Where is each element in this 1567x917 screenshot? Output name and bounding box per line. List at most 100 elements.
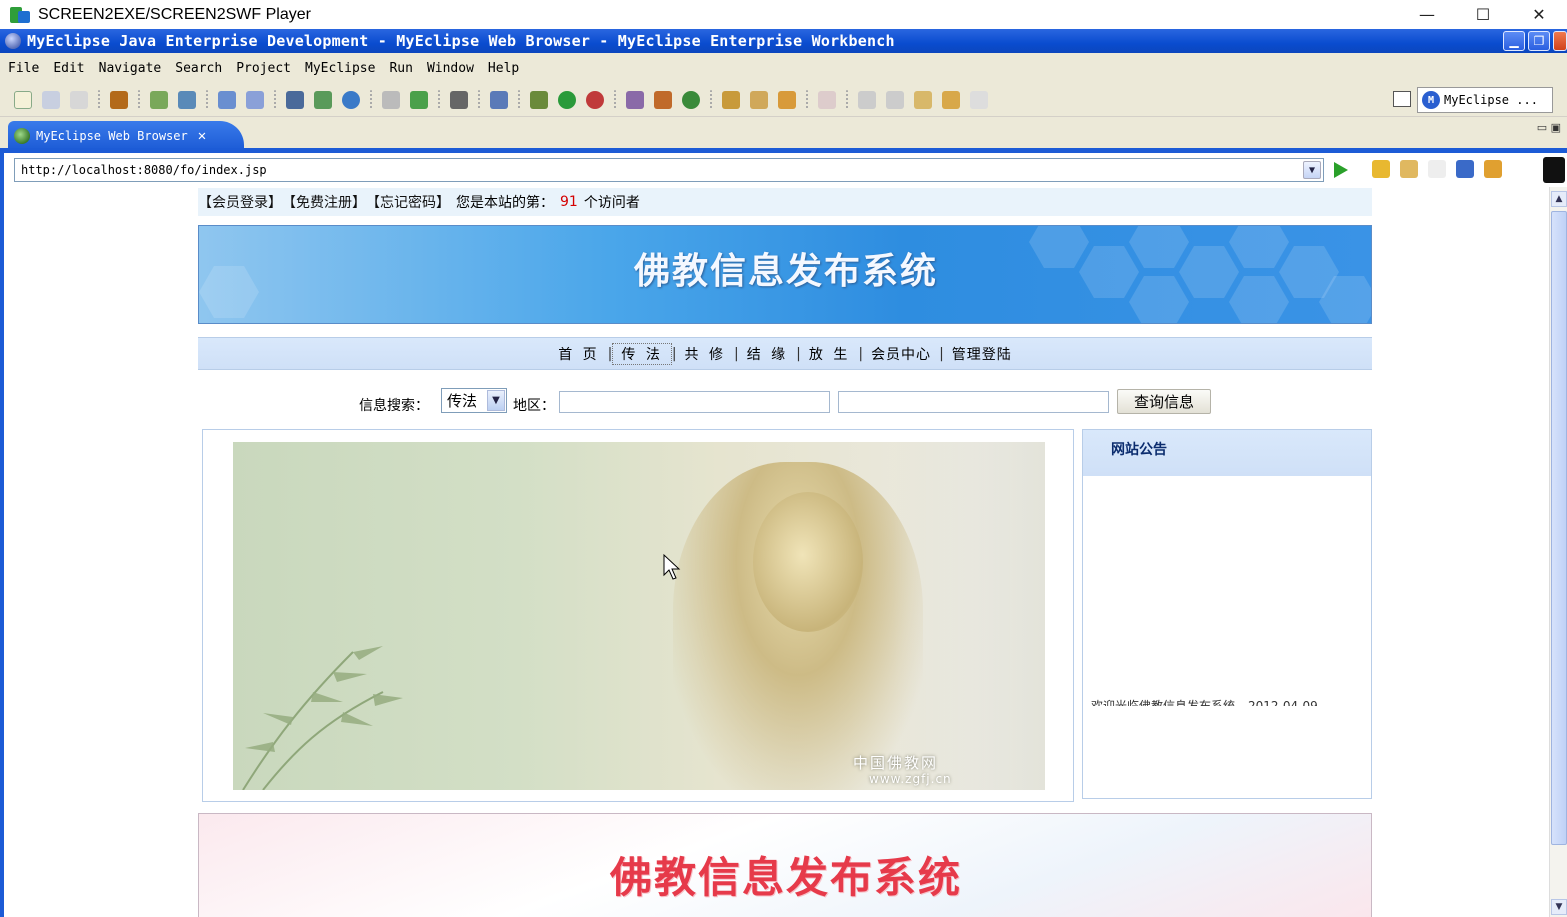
browser-nav-buttons [1372,160,1502,178]
forgot-password-link[interactable]: 【忘记密码】 [366,192,450,212]
pencil-icon[interactable] [750,90,768,109]
eclipse-minimize-icon[interactable]: ▁ [1503,31,1525,51]
save-icon[interactable] [42,90,60,109]
globe-icon [14,127,30,144]
menu-myeclipse[interactable]: MyEclipse [305,61,375,76]
external-tools-icon[interactable] [586,90,604,109]
debug-server-icon[interactable] [150,90,168,109]
chevron-down-icon[interactable]: ▼ [487,390,505,411]
close-button[interactable]: ✕ [1511,0,1567,29]
nav-affinity[interactable]: 结 缘 [739,344,796,364]
new-wizard-icon[interactable] [490,90,508,109]
print-icon[interactable] [70,90,88,109]
eclipse-restore-icon[interactable]: ❐ [1528,31,1550,51]
toolbar-separator [370,89,372,110]
open-type-icon[interactable] [246,90,264,109]
toolbar-separator [274,89,276,110]
region-label: 地区： [513,398,555,414]
view-minimize-maximize-icon[interactable]: ▭ ▣ [1537,121,1561,134]
prev-annotation-icon[interactable] [886,90,904,109]
nav-home[interactable]: 首 页 [550,344,607,364]
browser-url-bar: http://localhost:8080/fo/index.jsp ▼ [0,153,1567,187]
go-icon[interactable] [1334,162,1348,178]
build-icon[interactable] [654,90,672,109]
search-folder-icon[interactable] [778,90,796,109]
menu-project[interactable]: Project [236,61,291,76]
toolbar-separator [846,89,848,110]
nav-member-center[interactable]: 会员中心 [863,344,939,364]
category-select[interactable]: 传法 ▼ [441,388,507,413]
camera-icon[interactable] [450,90,468,109]
keyword-input[interactable] [838,391,1109,413]
menu-navigate[interactable]: Navigate [99,61,162,76]
perspective-switcher[interactable]: M MyEclipse ... [1417,87,1553,113]
menu-search[interactable]: Search [175,61,222,76]
wizard-icon[interactable] [218,90,236,109]
next-annotation-icon[interactable] [858,90,876,109]
scroll-down-icon[interactable]: ▼ [1551,899,1567,915]
eclipse-window-controls: ▁ ❐ [1503,31,1567,51]
url-dropdown-icon[interactable]: ▼ [1303,161,1321,179]
register-link[interactable]: 【免费注册】 [282,192,366,212]
nav-practice[interactable]: 共 修 [677,344,734,364]
deploy-icon[interactable] [286,90,304,109]
eclipse-window-title: MyEclipse Java Enterprise Development - … [27,32,895,50]
announcement-title: 网站公告 [1111,442,1167,458]
menu-window[interactable]: Window [427,61,474,76]
vertical-scrollbar[interactable]: ▲ ▼ [1549,187,1567,917]
top-links-bar: 【会员登录】 【免费注册】 【忘记密码】 您是本站的第： 91 个访问者 [198,188,1372,216]
eclipse-close-icon[interactable] [1553,31,1567,51]
player-title-bar: SCREEN2EXE/SCREEN2SWF Player — ☐ ✕ [0,0,1567,29]
open-project-icon[interactable] [818,90,836,109]
browser-extra-button[interactable] [1543,157,1565,183]
toolbar-separator [614,89,616,110]
back-arrow-icon[interactable] [942,90,960,109]
region-input[interactable] [559,391,830,413]
header-banner: 佛教信息发布系统 [198,225,1372,324]
run-server-icon[interactable] [314,90,332,109]
stop-icon[interactable] [1456,160,1474,178]
favorites-icon[interactable] [1372,160,1390,178]
scroll-thumb[interactable] [1551,211,1567,845]
menu-edit[interactable]: Edit [53,61,84,76]
nav-release[interactable]: 放 生 [801,344,858,364]
minimize-button[interactable]: — [1399,0,1455,29]
refresh-icon[interactable] [682,90,700,109]
nav-admin-login[interactable]: 管理登陆 [944,344,1020,364]
package-icon[interactable] [110,90,128,109]
menu-help[interactable]: Help [488,61,519,76]
open-perspective-icon[interactable] [1393,91,1411,107]
member-login-link[interactable]: 【会员登录】 [198,192,282,212]
export-icon[interactable] [410,90,428,109]
tab-close-icon[interactable]: ✕ [198,128,206,144]
scroll-up-icon[interactable]: ▲ [1551,191,1567,207]
search-form: 信息搜索： 传法 ▼ 地区： 查询信息 [194,385,1372,417]
visitor-prefix: 您是本站的第： [456,195,554,211]
globe-icon[interactable] [342,90,360,109]
back-icon[interactable] [1400,160,1418,178]
run-icon[interactable] [558,90,576,109]
nav-dharma[interactable]: 传 法 [612,342,672,365]
import-icon[interactable] [382,90,400,109]
tab-web-browser[interactable]: MyEclipse Web Browser ✕ [8,121,244,150]
open-task-icon[interactable] [626,90,644,109]
player-title: SCREEN2EXE/SCREEN2SWF Player [38,5,311,23]
main-content-box: 中国佛教网 www.zgfj.cn [202,429,1074,802]
query-button[interactable]: 查询信息 [1117,389,1211,414]
forward-icon[interactable] [1428,160,1446,178]
toolbar-separator [206,89,208,110]
open-folder-icon[interactable] [722,90,740,109]
last-edit-icon[interactable] [914,90,932,109]
new-icon[interactable] [14,90,32,109]
toolbar-separator [806,89,808,110]
server-icon[interactable] [178,90,196,109]
debug-icon[interactable] [530,90,548,109]
forward-arrow-icon[interactable] [970,90,988,109]
menu-run[interactable]: Run [389,61,412,76]
maximize-button[interactable]: ☐ [1455,0,1511,29]
reload-icon[interactable] [1484,160,1502,178]
url-input[interactable]: http://localhost:8080/fo/index.jsp ▼ [14,158,1324,182]
banner-title: 佛教信息发布系统 [633,251,938,292]
announcement-panel: 网站公告 欢迎光临佛教信息发布系统---2012-04-09 [1082,429,1372,799]
menu-file[interactable]: File [8,61,39,76]
